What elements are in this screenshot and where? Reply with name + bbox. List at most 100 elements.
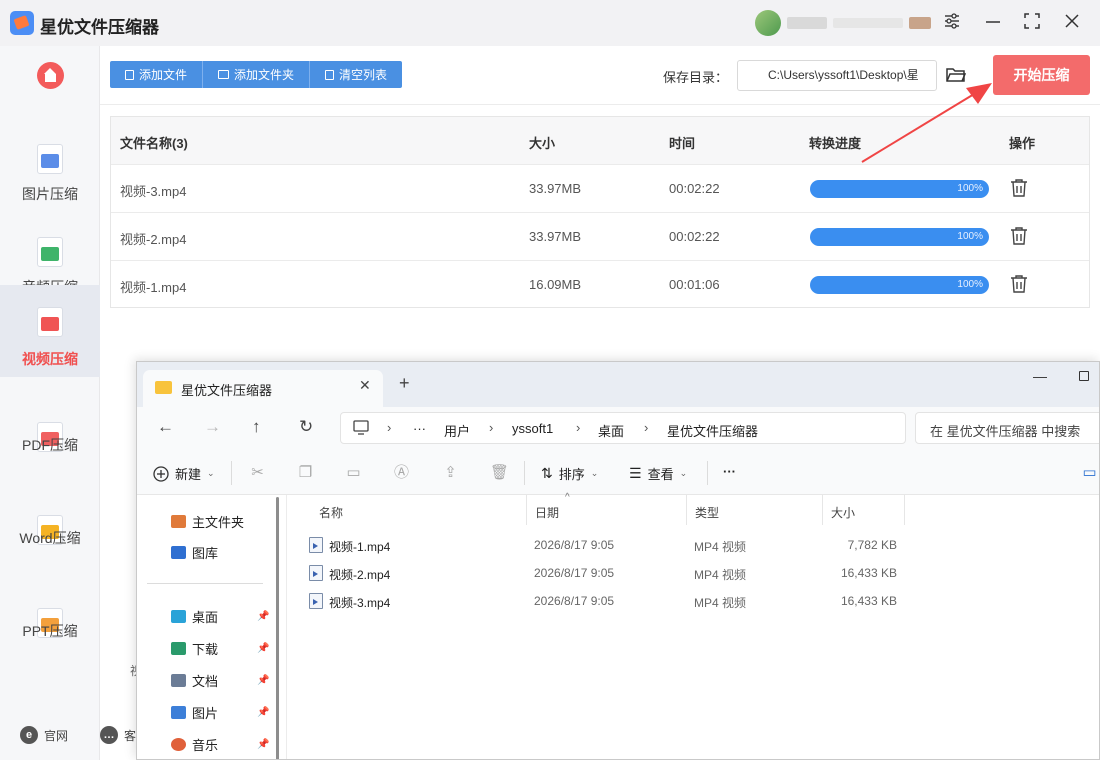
audio-file-icon [37,237,63,267]
breadcrumb-item[interactable]: 桌面 [598,421,624,440]
delete-trash-icon[interactable] [1010,178,1028,198]
sidebar-item-word[interactable]: Word压缩 [0,487,100,579]
tab-close-icon[interactable]: ✕ [359,377,371,394]
breadcrumb-item[interactable]: yssoft1 [512,421,553,436]
refresh-icon[interactable]: ↻ [299,417,313,437]
view-button[interactable]: ☰ 查看 ⌄ [629,464,687,483]
share-icon[interactable]: ⇪ [442,464,459,481]
sort-label: 排序 [558,467,585,482]
rename-icon[interactable]: Ⓐ [393,464,410,481]
close-icon[interactable] [1061,12,1083,34]
video-file-icon [309,565,323,581]
cut-icon[interactable]: ✂ [249,464,266,481]
file-size: 7,782 KB [847,538,897,552]
paste-icon[interactable]: ▭ [345,464,362,481]
file-date: 2026/8/17 9:05 [534,538,615,552]
start-compress-button[interactable]: 开始压缩 [993,55,1090,95]
user-badge-blurred [909,17,931,29]
chevron-down-icon: ⌄ [679,468,688,478]
pin-icon[interactable]: 📌 [257,611,269,622]
sidebar-item-video[interactable]: 视频压缩 [0,285,100,377]
sidebar-item-pdf[interactable]: PDF压缩 [0,394,100,486]
breadcrumb-item[interactable]: 星优文件压缩器 [667,421,758,440]
nav-documents[interactable]: 文档 [171,671,218,690]
website-link[interactable]: e 官网 [20,726,68,744]
nav-desktop[interactable]: 桌面 [171,607,218,626]
pin-icon[interactable]: 📌 [257,739,269,750]
delete-icon[interactable]: 🗑 [490,464,509,481]
table-row[interactable]: 视频-2.mp4 33.97MB 00:02:22 100% [111,213,1089,261]
sort-button[interactable]: ⇅ 排序 ⌄ [541,464,598,483]
column-header-size: 大小 [529,136,556,151]
file-row[interactable]: 视频-3.mp4 2026/8/17 9:05 MP4 视频 16,433 KB [287,587,1099,615]
add-file-button[interactable]: 添加文件 [110,61,204,88]
minimize-icon[interactable] [982,12,1004,34]
search-input[interactable]: 在 星优文件压缩器 中搜索 [915,412,1099,444]
column-header-name[interactable]: 名称 [311,495,527,525]
app-title: 星优文件压缩器 [40,18,159,37]
breadcrumb-ellipsis[interactable]: ··· [413,421,426,436]
chat-icon: … [100,726,118,744]
nav-gallery[interactable]: 图库 [171,543,218,562]
app-titlebar: 星优文件压缩器 [0,0,1100,46]
file-row[interactable]: 视频-2.mp4 2026/8/17 9:05 MP4 视频 16,433 KB [287,559,1099,587]
website-icon: e [20,726,38,744]
documents-icon [171,674,186,687]
up-arrow-icon[interactable]: ↑ [252,417,261,437]
nav-pane-scrollbar[interactable] [276,497,279,759]
nav-home[interactable]: 主文件夹 [171,512,244,531]
file-type: MP4 视频 [694,540,747,554]
delete-trash-icon[interactable] [1010,274,1028,294]
nav-label: 桌面 [192,610,219,625]
back-arrow-icon[interactable]: ← [157,417,174,437]
column-header-size[interactable]: 大小 [823,495,905,525]
new-button[interactable]: 新建 ⌄ [153,464,215,483]
folder-icon [155,381,172,394]
explorer-minimize-icon[interactable]: — [1033,368,1047,384]
plus-circle-icon [153,465,169,482]
clear-list-button[interactable]: 清空列表 [310,61,402,88]
pin-icon[interactable]: 📌 [257,707,269,718]
new-tab-icon[interactable]: + [399,373,410,394]
file-size: 16,433 KB [840,594,897,608]
details-pane-icon[interactable]: ▭ [1081,464,1098,481]
address-bar[interactable]: › ··· 用户 › yssoft1 › 桌面 › 星优文件压缩器 [340,412,906,444]
nav-music[interactable]: 音乐 [171,735,218,754]
file-time: 00:02:22 [669,181,720,196]
more-button[interactable]: ··· [723,464,736,479]
sidebar-item-image[interactable]: 图片压缩 [0,116,100,208]
pin-icon[interactable]: 📌 [257,643,269,654]
file-type: MP4 视频 [694,568,747,582]
table-row[interactable]: 视频-3.mp4 33.97MB 00:02:22 100% [111,165,1089,213]
explorer-file-list: ^ 名称 日期 类型 大小 视频-1.mp4 2026/8/17 9:05 MP… [287,492,1099,759]
user-account-area[interactable] [755,10,945,36]
nav-downloads[interactable]: 下载 [171,639,218,658]
pin-icon[interactable]: 📌 [257,675,269,686]
divider [707,461,708,485]
copy-icon[interactable]: ❐ [297,464,314,481]
column-header-type[interactable]: 类型 [687,495,823,525]
file-date: 2026/8/17 9:05 [534,594,615,608]
home-icon[interactable] [37,62,64,89]
chevron-right-icon: › [644,420,649,435]
add-folder-button[interactable]: 添加文件夹 [203,61,311,88]
column-header-date[interactable]: 日期 [527,495,687,525]
video-file-icon [309,593,323,609]
delete-trash-icon[interactable] [1010,226,1028,246]
file-time: 00:02:22 [669,229,720,244]
image-file-icon [37,144,63,174]
forward-arrow-icon[interactable]: → [204,417,221,437]
progress-text: 100% [957,279,983,290]
sidebar-item-ppt[interactable]: PPT压缩 [0,580,100,672]
table-row[interactable]: 视频-1.mp4 16.09MB 00:01:06 100% [111,261,1089,309]
file-name: 视频-3.mp4 [120,184,187,199]
user-avatar[interactable] [755,10,781,36]
service-link[interactable]: … 客 [100,726,136,744]
nav-pictures[interactable]: 图片 [171,703,218,722]
file-row[interactable]: 视频-1.mp4 2026/8/17 9:05 MP4 视频 7,782 KB [287,531,1099,559]
settings-icon[interactable] [941,12,963,34]
explorer-maximize-icon[interactable] [1079,371,1089,381]
breadcrumb-item[interactable]: 用户 [444,421,470,440]
maximize-icon[interactable] [1021,12,1043,34]
explorer-tab[interactable]: 星优文件压缩器 ✕ [143,370,383,407]
